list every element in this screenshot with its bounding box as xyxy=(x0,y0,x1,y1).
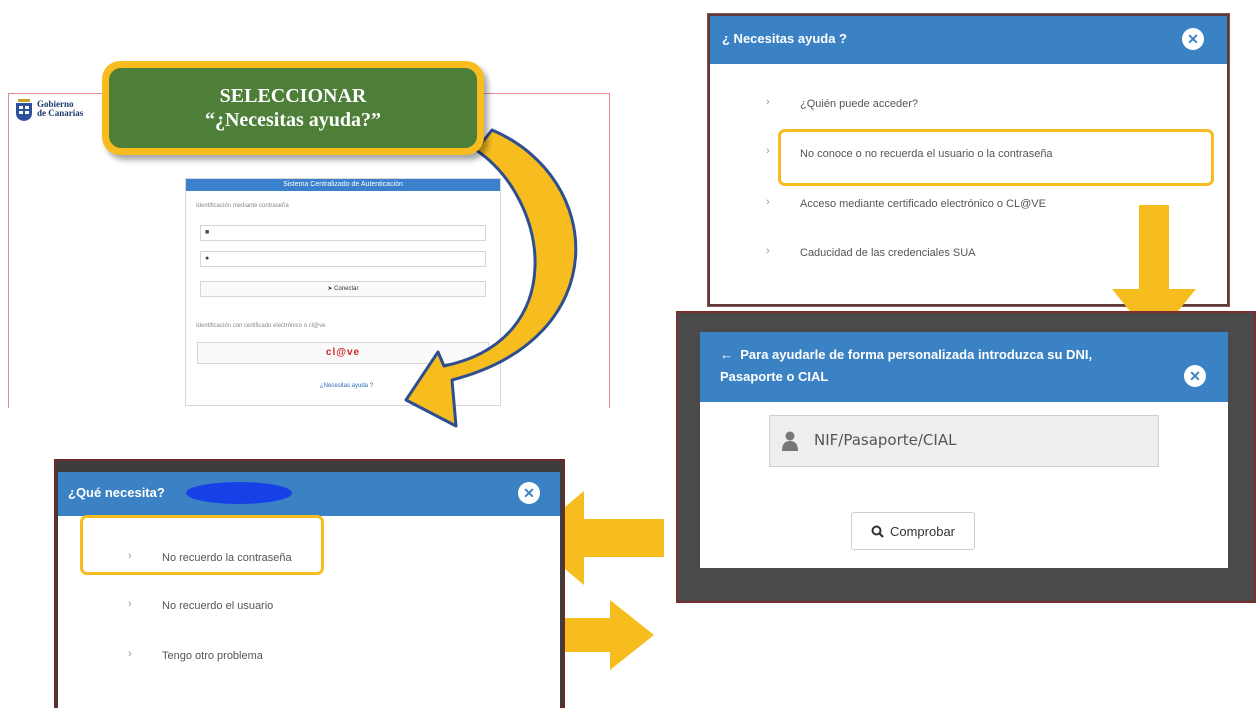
close-icon[interactable]: ✕ xyxy=(1182,28,1204,50)
check-button-label: Comprobar xyxy=(889,523,956,539)
dni-title-line2: Pasaporte o CIAL xyxy=(720,369,829,384)
search-icon xyxy=(871,525,884,538)
dni-title-line1: Para ayudarle de forma personalizada int… xyxy=(740,347,1093,362)
dni-input[interactable]: NIF/Pasaporte/CIAL xyxy=(769,415,1159,467)
curved-arrow-icon xyxy=(404,128,578,428)
callout-body: SELECCIONAR “¿Necesitas ayuda?” xyxy=(109,68,477,148)
chevron-right-icon: › xyxy=(766,196,770,208)
chevron-right-icon: › xyxy=(766,245,770,257)
help-dialog-header: ¿ Necesitas ayuda ? ✕ xyxy=(710,16,1227,64)
check-button[interactable]: Comprobar xyxy=(851,512,975,550)
dni-dialog-title: ← Para ayudarle de forma personalizada i… xyxy=(720,344,1092,388)
callout-line1: SELECCIONAR xyxy=(219,85,367,107)
callout-line2: “¿Necesitas ayuda?” xyxy=(204,109,382,131)
need-item-other[interactable]: Tengo otro problema xyxy=(162,650,263,662)
close-icon[interactable]: ✕ xyxy=(1184,365,1206,387)
user-icon xyxy=(782,431,798,451)
help-item-expiry[interactable]: Caducidad de las credenciales SUA xyxy=(800,247,976,259)
dni-placeholder: NIF/Pasaporte/CIAL xyxy=(814,431,957,449)
cert-section-label: Identificación con certificado electróni… xyxy=(196,323,326,329)
help-item-certificate[interactable]: Acceso mediante certificado electrónico … xyxy=(800,198,1046,210)
need-dialog-title: ¿Qué necesita? xyxy=(68,485,165,500)
gobierno-logo-text: Gobierno de Canarias xyxy=(37,100,83,118)
gobierno-logo: Gobierno de Canarias xyxy=(14,96,83,122)
logo-line2: de Canarias xyxy=(37,108,84,118)
back-arrow-icon[interactable]: ← xyxy=(720,347,733,362)
help-dialog-title: ¿ Necesitas ayuda ? xyxy=(722,31,847,46)
help-link[interactable]: ¿Necesitas ayuda ? xyxy=(320,383,373,389)
chevron-right-icon: › xyxy=(128,648,132,660)
need-dialog: ¿Qué necesita? ✕ › No recuerdo la contra… xyxy=(58,472,560,708)
clave-logo: cl@ve xyxy=(325,347,361,358)
chevron-right-icon: › xyxy=(766,96,770,108)
coat-of-arms-icon xyxy=(16,99,32,121)
redaction-mark xyxy=(186,482,292,504)
instruction-callout: SELECCIONAR “¿Necesitas ayuda?” xyxy=(102,61,484,155)
highlight-box xyxy=(80,515,324,575)
close-icon[interactable]: ✕ xyxy=(518,482,540,504)
connect-label: Conectar xyxy=(334,286,359,292)
need-item-username[interactable]: No recuerdo el usuario xyxy=(162,600,273,612)
dni-dialog-header: ← Para ayudarle de forma personalizada i… xyxy=(700,332,1228,402)
need-dialog-header: ¿Qué necesita? ✕ xyxy=(58,472,560,516)
help-item-who[interactable]: ¿Quién puede acceder? xyxy=(800,98,918,110)
highlight-box xyxy=(778,129,1214,186)
password-section-label: Identificación mediante contraseña xyxy=(196,203,289,209)
chevron-right-icon: › xyxy=(766,145,770,157)
chevron-right-icon: › xyxy=(128,598,132,610)
